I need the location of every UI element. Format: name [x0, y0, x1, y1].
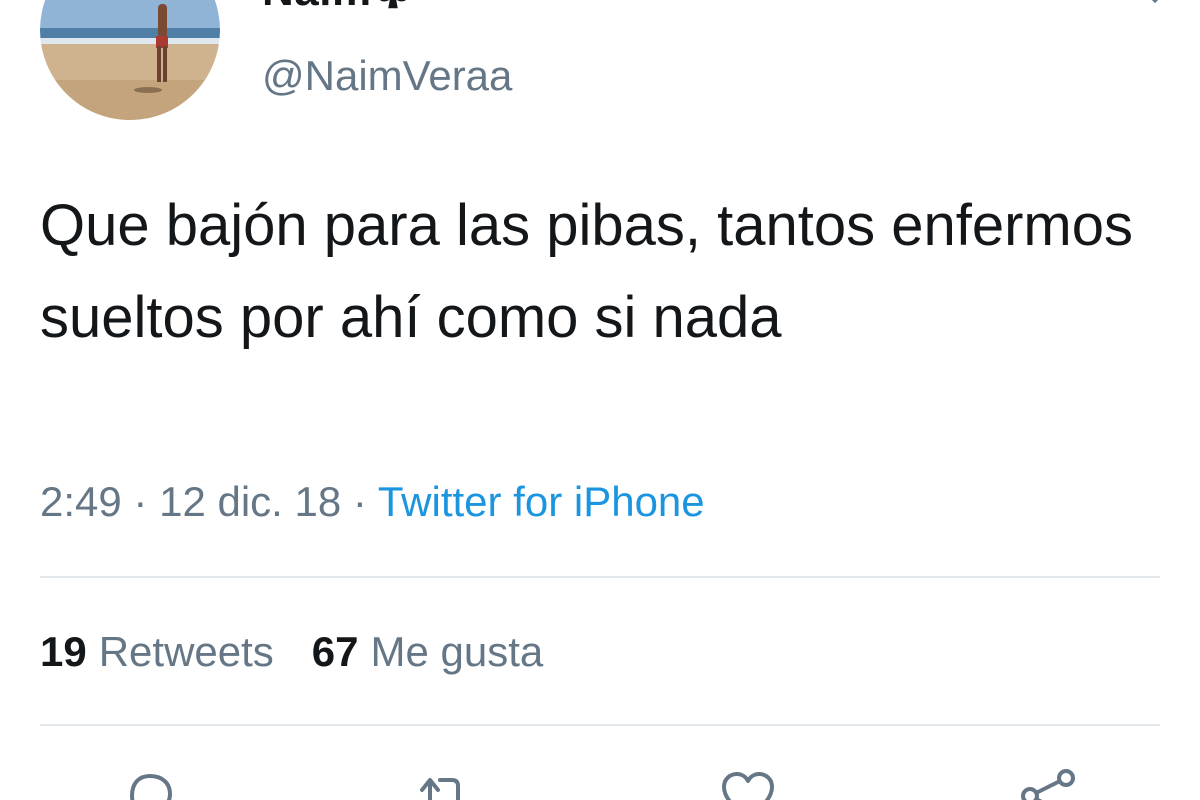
reply-icon[interactable]	[118, 766, 182, 800]
tweet-stats: 19 Retweets 67 Me gusta	[40, 628, 543, 676]
tweet-text: Que bajón para las pibas, tantos enfermo…	[40, 193, 1133, 350]
display-name[interactable]: Naim	[262, 0, 412, 16]
meta-separator: ·	[133, 478, 148, 525]
divider	[40, 724, 1160, 726]
retweets-label: Retweets	[98, 628, 274, 675]
avatar[interactable]	[40, 0, 220, 120]
likes-count: 67	[311, 628, 359, 675]
likes-stat[interactable]: 67 Me gusta	[312, 628, 543, 675]
meta-separator: ·	[352, 478, 367, 525]
user-handle[interactable]: @NaimVeraa	[262, 52, 512, 100]
divider	[40, 576, 1160, 578]
like-icon[interactable]	[716, 766, 780, 800]
avatar-photo	[40, 0, 220, 120]
likes-label: Me gusta	[370, 628, 544, 675]
tweet-meta: 2:49 · 12 dic. 18 · Twitter for iPhone	[40, 478, 705, 526]
club-suit-icon	[374, 0, 412, 12]
retweets-stat[interactable]: 19 Retweets	[40, 628, 274, 675]
display-name-text: Naim	[262, 0, 372, 15]
share-icon[interactable]	[1016, 766, 1080, 800]
retweets-count: 19	[40, 628, 87, 675]
chevron-down-icon[interactable]	[1140, 0, 1170, 12]
action-bar	[0, 766, 1200, 800]
tweet-source-link[interactable]: Twitter for iPhone	[378, 478, 705, 525]
tweet-date[interactable]: 12 dic. 18	[159, 478, 341, 525]
tweet-time[interactable]: 2:49	[40, 478, 122, 525]
retweet-icon[interactable]	[412, 766, 476, 800]
